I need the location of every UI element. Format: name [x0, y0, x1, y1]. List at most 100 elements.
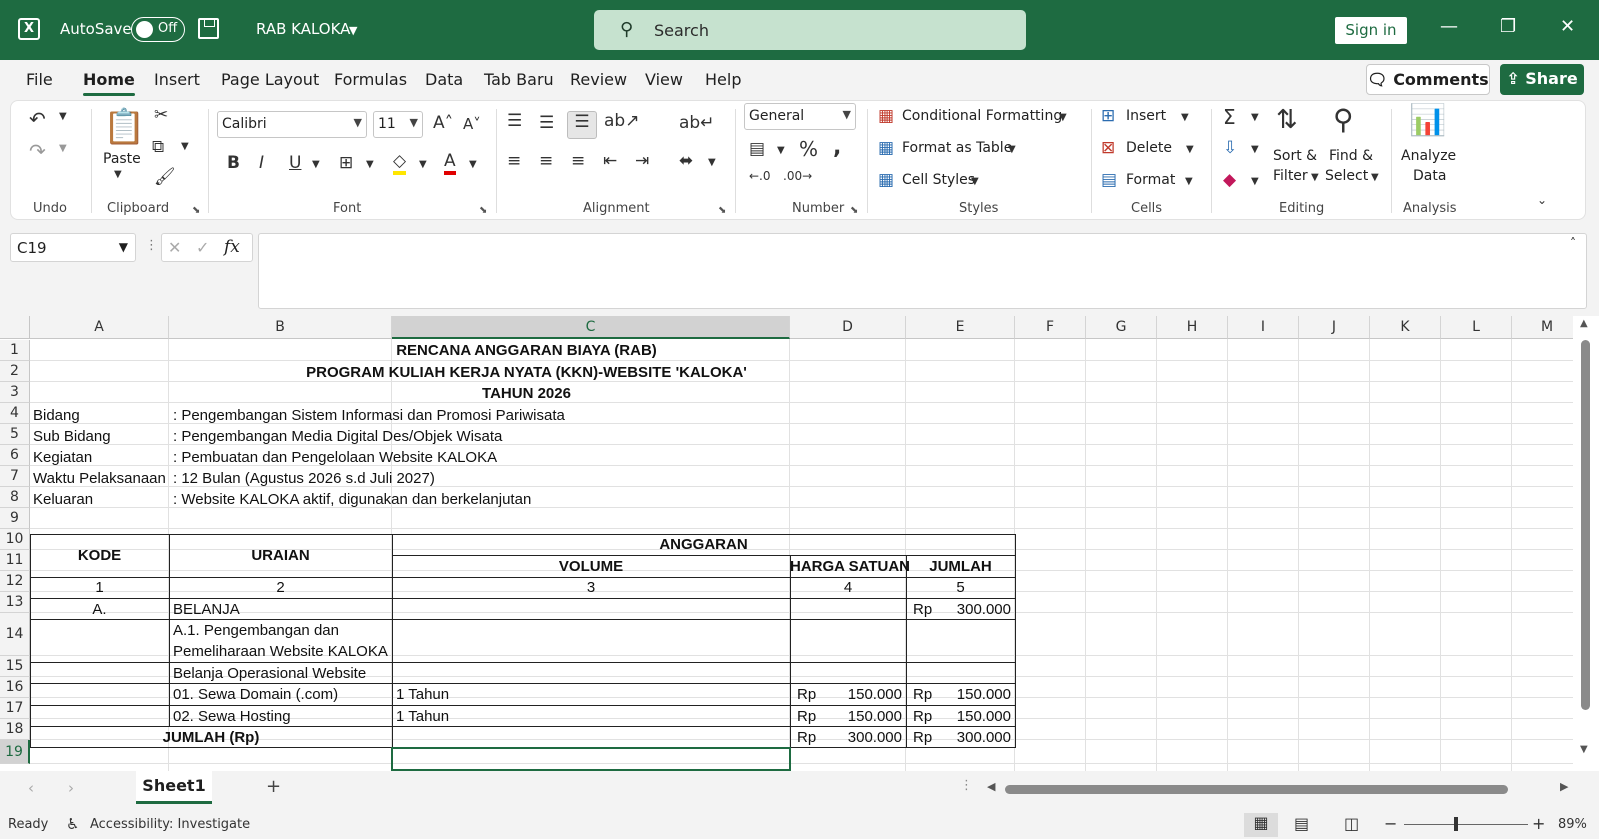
file-name[interactable]: RAB KALOKA — [256, 20, 350, 38]
row-header-15[interactable]: 15 — [0, 656, 30, 677]
redo-icon[interactable]: ↷ — [29, 139, 46, 163]
harga-cell[interactable]: 150.000 — [790, 706, 902, 727]
fill-color-dropdown-icon[interactable]: ▼ — [419, 159, 427, 170]
cell-styles-icon[interactable]: ▦ — [878, 170, 894, 190]
sign-in-button[interactable]: Sign in — [1335, 17, 1407, 44]
column-header-c[interactable]: C — [392, 316, 790, 339]
chevron-down-icon[interactable]: ▼ — [349, 24, 357, 37]
horizontal-scroll-thumb[interactable] — [1005, 785, 1508, 794]
increase-font-size-icon[interactable]: A˄ — [433, 113, 453, 133]
merge-center-icon[interactable]: ⬌ — [679, 151, 693, 171]
info-value[interactable]: : Pembuatan dan Pengelolaan Website KALO… — [173, 447, 497, 468]
col-number[interactable]: 4 — [790, 577, 906, 598]
decrease-decimal-icon[interactable]: .00→ — [783, 169, 812, 183]
header-jumlah[interactable]: JUMLAH — [906, 556, 1015, 577]
column-header-k[interactable]: K — [1370, 316, 1441, 339]
chevron-down-icon[interactable]: ▼ — [1008, 144, 1016, 155]
collapse-formula-bar-icon[interactable]: ˄ — [1570, 236, 1576, 250]
dialog-launcher-icon[interactable]: ⬊ — [718, 205, 726, 216]
font-name-select[interactable]: Calibri ▼ — [217, 111, 367, 138]
underline-dropdown-icon[interactable]: ▼ — [312, 159, 320, 170]
tab-view[interactable]: View — [645, 70, 683, 89]
zoom-slider[interactable] — [1404, 824, 1528, 825]
header-anggaran[interactable]: ANGGARAN — [392, 534, 1015, 555]
search-box[interactable]: ⚲ Search — [594, 10, 1026, 50]
add-sheet-button[interactable]: + — [266, 776, 281, 797]
scroll-left-icon[interactable]: ◀ — [987, 780, 995, 793]
copy-icon[interactable]: ⧉ — [152, 137, 164, 157]
header-harga-satuan[interactable]: HARGA SATUAN — [790, 556, 910, 577]
column-header-h[interactable]: H — [1157, 316, 1228, 339]
close-icon[interactable]: ✕ — [1560, 16, 1575, 37]
cell-styles-button[interactable]: Cell Styles — [902, 172, 975, 188]
insert-cells-icon[interactable]: ⊞ — [1101, 106, 1115, 126]
info-label[interactable]: Kegiatan — [33, 447, 92, 468]
paste-label[interactable]: Paste — [103, 151, 141, 167]
redo-dropdown-icon[interactable]: ▼ — [59, 143, 67, 154]
format-as-table-button[interactable]: Format as Table — [902, 140, 1012, 156]
zoom-slider-thumb[interactable] — [1454, 817, 1458, 831]
info-label[interactable]: Keluaran — [33, 489, 93, 510]
row-header-2[interactable]: 2 — [0, 361, 30, 382]
tab-home[interactable]: Home — [83, 70, 135, 96]
info-label[interactable]: Sub Bidang — [33, 426, 111, 447]
row-header-12[interactable]: 12 — [0, 571, 30, 592]
minimize-icon[interactable]: — — [1440, 16, 1458, 37]
insert-function-icon[interactable]: fx — [224, 237, 240, 257]
clear-icon[interactable]: ◆ — [1223, 170, 1236, 190]
select-all-corner[interactable] — [0, 316, 30, 339]
merge-dropdown-icon[interactable]: ▼ — [708, 157, 716, 168]
sort-filter-icon[interactable]: ⇅ — [1276, 105, 1298, 135]
uraian-cell[interactable]: BELANJA — [173, 599, 240, 620]
tab-page-layout[interactable]: Page Layout — [221, 70, 319, 89]
column-header-a[interactable]: A — [30, 316, 169, 339]
align-left-icon[interactable]: ≡ — [507, 151, 521, 171]
format-as-table-icon[interactable]: ▦ — [878, 138, 894, 158]
title-line-3[interactable]: TAHUN 2026 — [30, 383, 1023, 404]
row-header-13[interactable]: 13 — [0, 592, 30, 613]
name-box[interactable]: C19 ▼ — [10, 233, 136, 262]
autosave-toggle[interactable]: Off — [131, 17, 185, 42]
sort-filter-label-2[interactable]: Filter — [1273, 168, 1308, 184]
align-right-icon[interactable]: ≡ — [571, 151, 585, 171]
more-options-icon[interactable]: ⋮ — [145, 238, 158, 253]
row-header-19[interactable]: 19 — [0, 740, 30, 764]
fill-color-icon[interactable]: ◇ — [393, 151, 407, 175]
row-header-7[interactable]: 7 — [0, 466, 30, 487]
increase-decimal-icon[interactable]: ←.0 — [749, 169, 771, 183]
copy-dropdown-icon[interactable]: ▼ — [181, 141, 189, 152]
row-header-6[interactable]: 6 — [0, 445, 30, 466]
uraian-cell-line-2[interactable]: Pemeliharaan Website KALOKA — [173, 641, 388, 662]
chevron-down-icon[interactable]: ▼ — [1251, 144, 1259, 155]
tab-review[interactable]: Review — [570, 70, 627, 89]
cancel-entry-icon[interactable]: ✕ — [168, 238, 181, 257]
uraian-cell[interactable]: A.1. Pengembangan dan — [173, 620, 339, 641]
tab-insert[interactable]: Insert — [154, 70, 200, 89]
bold-icon[interactable]: B — [227, 153, 240, 173]
info-value[interactable]: : Pengembangan Media Digital Des/Objek W… — [173, 426, 502, 447]
number-format-select[interactable]: General ▼ — [744, 103, 856, 130]
row-header-5[interactable]: 5 — [0, 424, 30, 445]
info-value[interactable]: : 12 Bulan (Agustus 2026 s.d Juli 2027) — [173, 468, 435, 489]
col-number[interactable]: 2 — [169, 577, 392, 598]
align-bottom-icon[interactable]: ☰ — [567, 111, 597, 139]
more-options-icon[interactable]: ⋮ — [960, 778, 973, 793]
formula-input[interactable] — [258, 233, 1587, 309]
accessibility-status[interactable]: Accessibility: Investigate — [90, 817, 250, 832]
chevron-down-icon[interactable]: ▼ — [1059, 112, 1067, 123]
vertical-scrollbar[interactable]: ▲ ▼ — [1573, 316, 1599, 771]
zoom-in-icon[interactable]: + — [1532, 814, 1545, 833]
fill-icon[interactable]: ⇩ — [1223, 138, 1237, 158]
find-select-icon[interactable]: ⚲ — [1333, 103, 1354, 136]
dialog-launcher-icon[interactable]: ⬊ — [479, 205, 487, 216]
find-select-label-1[interactable]: Find & — [1329, 148, 1373, 164]
analyze-data-label-2[interactable]: Data — [1413, 168, 1446, 184]
row-header-4[interactable]: 4 — [0, 403, 30, 424]
uraian-cell[interactable]: 02. Sewa Hosting — [173, 706, 291, 727]
column-header-f[interactable]: F — [1015, 316, 1086, 339]
collapse-ribbon-icon[interactable]: ⌄ — [1537, 193, 1547, 207]
jumlah-total-cell[interactable]: 300.000 — [906, 727, 1011, 748]
harga-total-cell[interactable]: 300.000 — [790, 727, 902, 748]
row-header-10[interactable]: 10 — [0, 529, 30, 550]
col-number[interactable]: 1 — [30, 577, 169, 598]
